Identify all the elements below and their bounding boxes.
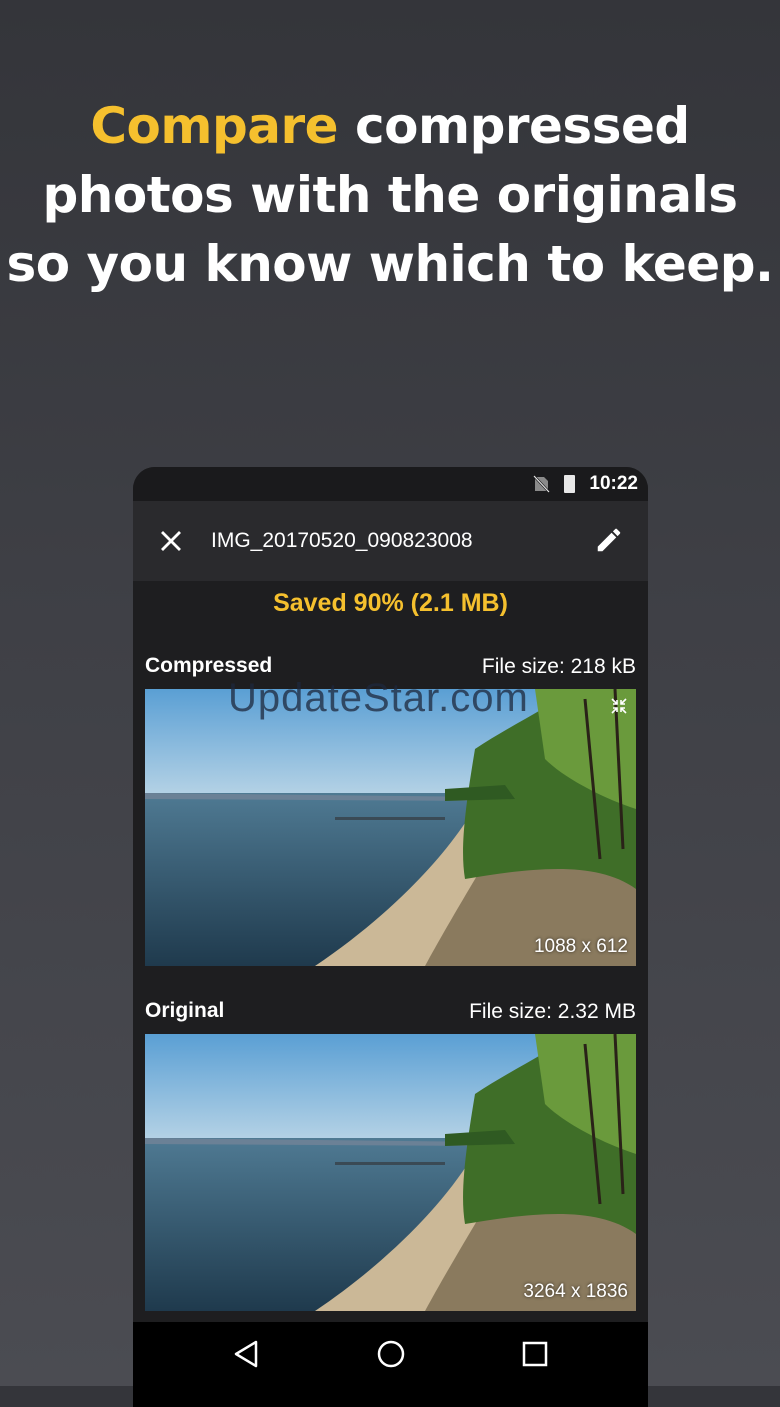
original-dimensions: 3264 x 1836 [523, 1281, 628, 1302]
phone-screen: 10:22 IMG_20170520_090823008 Saved 90% (… [133, 467, 648, 1407]
app-bar: IMG_20170520_090823008 [133, 501, 648, 581]
headline-line-3: so you know which to keep. [6, 235, 774, 293]
close-icon[interactable] [157, 527, 185, 555]
original-label: Original [145, 999, 225, 1022]
compressed-photo-image [145, 689, 636, 966]
headline-line-1: Compare compressed [0, 92, 780, 161]
navigation-bar [133, 1322, 648, 1407]
headline-accent-word: Compare [90, 97, 339, 155]
savings-summary: Saved 90% (2.1 MB) [273, 589, 508, 617]
headline: Compare compressed photos with the origi… [0, 92, 780, 299]
compressed-label: Compressed [145, 654, 273, 677]
headline-line-2: photos with the originals [42, 166, 738, 224]
no-sim-icon [533, 475, 550, 493]
file-title: IMG_20170520_090823008 [211, 529, 473, 552]
nav-back-icon[interactable] [206, 1322, 286, 1386]
nav-home-icon[interactable] [351, 1322, 431, 1386]
original-file-size: File size: 2.32 MB [469, 1000, 636, 1023]
status-time: 10:22 [589, 473, 638, 494]
watermark: UpdateStar.com [228, 676, 529, 720]
status-bar: 10:22 [133, 467, 648, 501]
compressed-dimensions: 1088 x 612 [533, 936, 628, 957]
nav-recents-icon[interactable] [495, 1322, 575, 1386]
headline-line-1-rest: compressed [338, 97, 690, 155]
pencil-icon[interactable] [594, 525, 624, 555]
original-photo[interactable]: 3264 x 1836 [145, 1034, 636, 1311]
compressed-photo[interactable]: 1088 x 612 [145, 689, 636, 966]
original-photo-image [145, 1034, 636, 1311]
compress-arrows-icon[interactable] [610, 697, 628, 715]
battery-icon [564, 475, 575, 493]
